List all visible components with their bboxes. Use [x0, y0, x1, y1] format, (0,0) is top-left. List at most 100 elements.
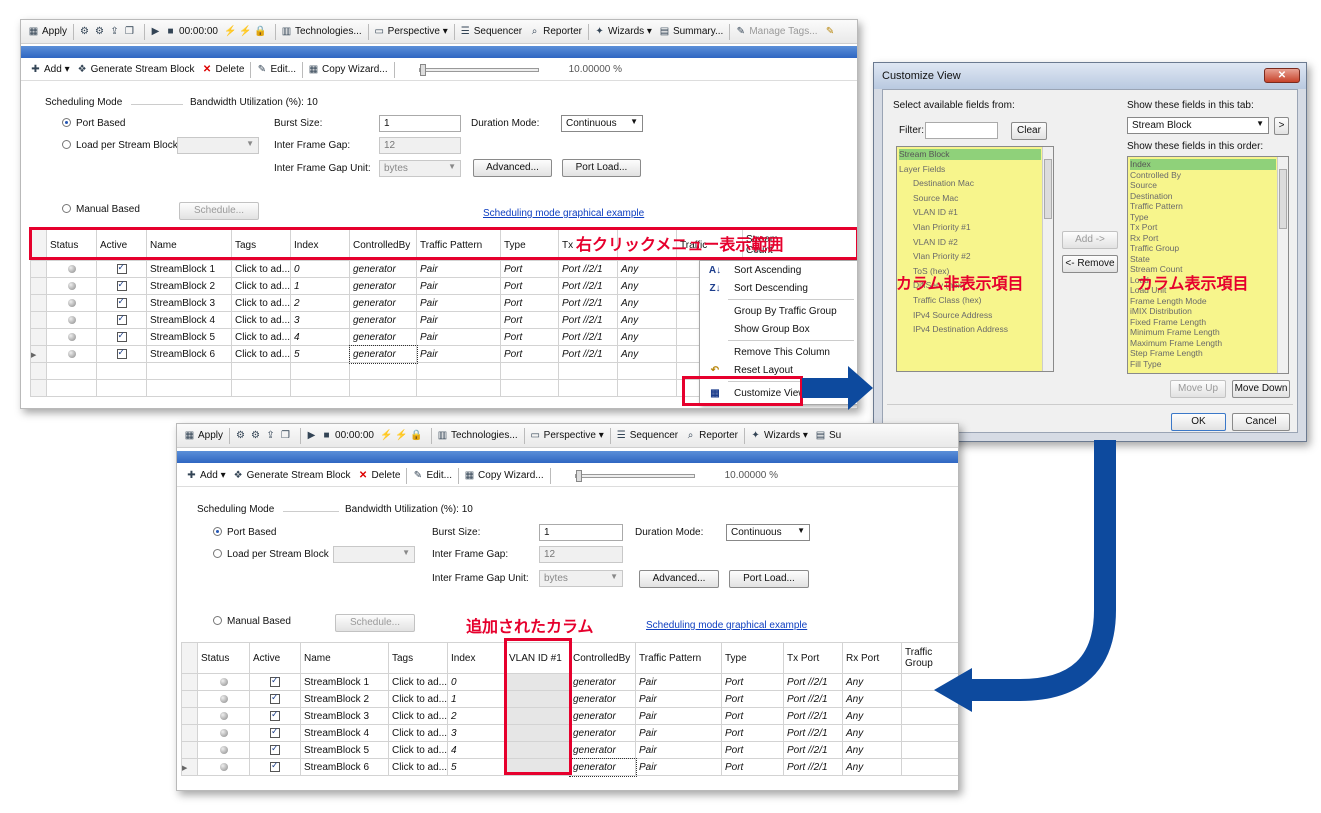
port-load-button[interactable]: Port Load... [562, 159, 641, 177]
list-item[interactable]: Vlan Priority #2 [899, 251, 1041, 262]
active-checkbox[interactable] [249, 707, 301, 725]
controlled-by-cell[interactable]: generator [349, 277, 417, 295]
name-cell[interactable]: StreamBlock 2 [146, 277, 232, 295]
ifg-input[interactable]: 12 [539, 546, 623, 563]
row-indicator[interactable]: ▶ [181, 758, 198, 776]
add-button[interactable]: ✚ Add ▾ [185, 469, 225, 482]
type-cell[interactable]: Port [500, 328, 559, 346]
checkbox-checked-icon[interactable] [116, 313, 127, 325]
row-indicator[interactable] [30, 294, 47, 312]
name-cell[interactable]: StreamBlock 6 [300, 758, 389, 776]
vlan-id-cell[interactable] [505, 690, 570, 708]
menu-item-remove-column[interactable]: Remove This Column [700, 344, 857, 361]
filter-input[interactable] [925, 122, 998, 139]
controlled-by-cell[interactable]: generator [349, 328, 417, 346]
tx-port-cell[interactable]: Port //2/1 [558, 345, 618, 363]
traffic-pattern-cell[interactable]: Pair [635, 707, 722, 725]
controlled-by-cell[interactable]: generator [569, 707, 636, 725]
zoom-slider-thumb[interactable] [575, 469, 582, 482]
table-row[interactable]: StreamBlock 1Click to ad...0 generatorPai… [181, 673, 958, 691]
list-item[interactable]: Fill Type [1130, 359, 1276, 370]
list-item[interactable]: Rx Port [1130, 233, 1276, 244]
active-checkbox[interactable] [249, 758, 301, 776]
menu-item-sort-descending[interactable]: Z↓ Sort Descending [700, 280, 857, 297]
tags-cell[interactable]: Click to ad... [231, 345, 291, 363]
rx-port-cell[interactable]: Any [617, 260, 677, 278]
vlan-id-cell[interactable] [505, 673, 570, 691]
traffic-pattern-cell[interactable]: Pair [635, 741, 722, 759]
list-item[interactable]: iMIX Distribution [1130, 306, 1276, 317]
delete-button[interactable]: ✕ Delete [357, 469, 401, 482]
column-header[interactable]: Type [500, 229, 559, 261]
active-checkbox[interactable] [96, 345, 147, 363]
traffic-pattern-cell[interactable]: Pair [635, 758, 722, 776]
list-item[interactable]: Stream Block [899, 149, 1041, 160]
list-item[interactable]: Destination [1130, 191, 1276, 202]
tags-cell[interactable]: Click to ad... [388, 741, 448, 759]
column-header[interactable]: Name [300, 642, 389, 674]
name-cell[interactable]: StreamBlock 3 [146, 294, 232, 312]
type-cell[interactable]: Port [721, 741, 784, 759]
controlled-by-cell[interactable]: generator [349, 294, 417, 312]
tx-port-cell[interactable]: Port //2/1 [783, 707, 843, 725]
checkbox-checked-icon[interactable] [116, 262, 127, 274]
active-checkbox[interactable] [249, 724, 301, 742]
type-cell[interactable]: Port [500, 311, 559, 329]
table-row[interactable]: StreamBlock 3Click to ad...2 generatorPai… [181, 707, 958, 725]
name-cell[interactable]: StreamBlock 4 [300, 724, 389, 742]
zoom-slider[interactable] [418, 63, 539, 76]
vlan-id-cell[interactable] [505, 724, 570, 742]
column-header[interactable]: ControlledBy [569, 642, 636, 674]
tags-cell[interactable]: Click to ad... [388, 724, 448, 742]
traffic-pattern-cell[interactable]: Pair [416, 260, 501, 278]
move-up-button[interactable]: Move Up [1170, 380, 1226, 398]
type-cell[interactable]: Port [500, 294, 559, 312]
load-per-stream-radio[interactable]: Load per Stream Block [213, 549, 329, 560]
list-item[interactable]: Maximum Frame Length [1130, 338, 1276, 349]
tool-icons-group[interactable]: ⚡ ⚡ 🔒 [224, 25, 269, 38]
available-scrollbar[interactable] [1042, 147, 1053, 371]
load-per-stream-select[interactable]: ▼ [333, 546, 415, 563]
row-indicator[interactable]: ▶ [30, 345, 47, 363]
rx-port-cell[interactable]: Any [842, 741, 902, 759]
column-header[interactable]: Name [146, 229, 232, 261]
type-cell[interactable]: Port [500, 345, 559, 363]
duration-mode-select[interactable]: Continuous ▼ [561, 115, 643, 132]
type-cell[interactable]: Port [500, 277, 559, 295]
table-row[interactable]: StreamBlock 4Click to ad...3 generatorPai… [181, 724, 958, 742]
graphical-example-link[interactable]: Scheduling mode graphical example [483, 208, 644, 219]
shown-scrollbar[interactable] [1277, 157, 1288, 373]
port-based-radio[interactable]: Port Based [213, 527, 276, 538]
checkbox-checked-icon[interactable] [270, 709, 280, 721]
active-checkbox[interactable] [96, 260, 147, 278]
list-item[interactable]: Source [1130, 180, 1276, 191]
radio-unselected[interactable] [62, 204, 71, 213]
rx-port-cell[interactable]: Any [617, 277, 677, 295]
list-item[interactable]: Traffic Pattern [1130, 201, 1276, 212]
checkbox-checked-icon[interactable] [270, 692, 280, 704]
reporter-button[interactable]: ⌕ Reporter [684, 429, 738, 442]
active-checkbox[interactable] [96, 277, 147, 295]
cancel-button[interactable]: Cancel [1232, 413, 1290, 431]
column-header[interactable]: Tx Port [783, 642, 843, 674]
duration-mode-select[interactable]: Continuous ▼ [726, 524, 810, 541]
list-item[interactable]: Type [1130, 212, 1276, 223]
radio-selected[interactable] [62, 118, 71, 127]
rx-port-cell[interactable]: Any [617, 294, 677, 312]
apply-button[interactable]: ▦ Apply [27, 25, 67, 38]
checkbox-checked-icon[interactable] [270, 760, 280, 772]
active-checkbox[interactable] [96, 311, 147, 329]
active-checkbox[interactable] [96, 294, 147, 312]
vlan-id-cell[interactable] [505, 707, 570, 725]
add-field-button[interactable]: Add -> [1062, 231, 1118, 249]
apply-button[interactable]: ▦ Apply [183, 429, 223, 442]
column-header[interactable]: Tags [231, 229, 291, 261]
close-button[interactable]: ✕ [1264, 68, 1300, 83]
perspective-button[interactable]: ▭ Perspective ▾ [529, 429, 603, 442]
column-header[interactable]: Status [197, 642, 250, 674]
tx-port-cell[interactable]: Port //2/1 [783, 758, 843, 776]
controlled-by-cell[interactable]: generator [569, 724, 636, 742]
list-item[interactable]: Frame Length Mode [1130, 296, 1276, 307]
column-header[interactable]: Active [249, 642, 301, 674]
row-indicator[interactable] [181, 690, 198, 708]
